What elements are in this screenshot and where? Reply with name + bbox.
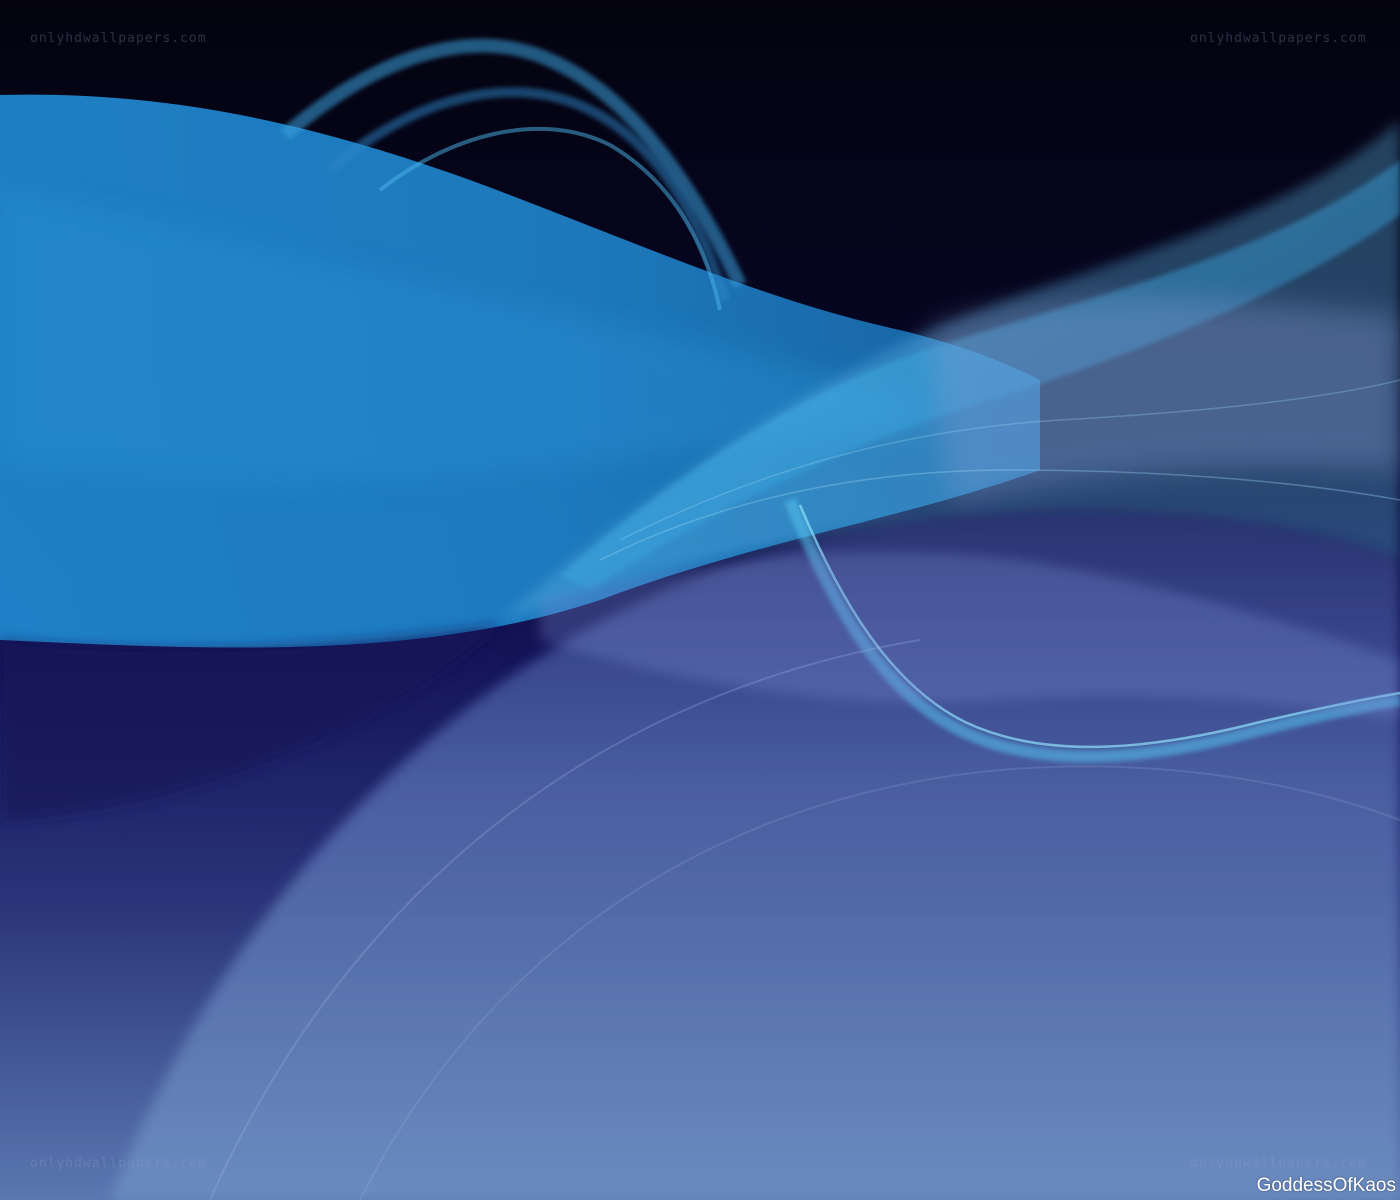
abstract-wave-artwork bbox=[0, 0, 1400, 1200]
watermark-bottom-left: onlyhdwallpapers.com bbox=[30, 1156, 207, 1171]
artist-signature: GoddessOfKaos bbox=[1256, 1175, 1396, 1196]
watermark-top-right: onlyhdwallpapers.com bbox=[1190, 31, 1367, 46]
wallpaper-canvas: onlyhdwallpapers.com onlyhdwallpapers.co… bbox=[0, 0, 1400, 1200]
watermark-bottom-right: onlyhdwallpapers.com bbox=[1190, 1156, 1367, 1171]
watermark-top-left: onlyhdwallpapers.com bbox=[30, 31, 207, 46]
